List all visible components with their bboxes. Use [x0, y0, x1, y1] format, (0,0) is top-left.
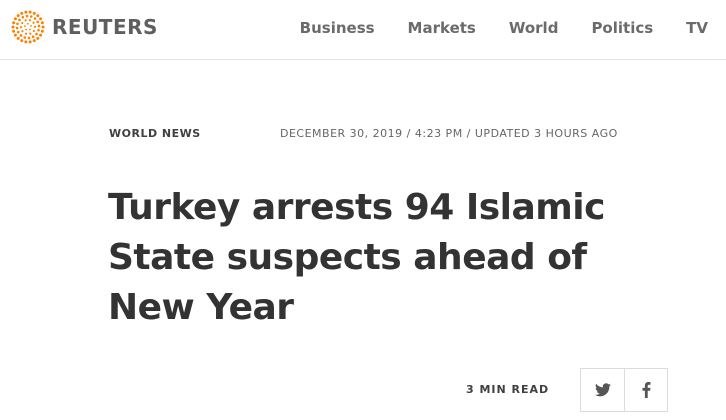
- share-buttons: [580, 368, 668, 412]
- logo-dot: [12, 21, 16, 25]
- logo-dot: [29, 15, 33, 18]
- logo-dot: [23, 36, 27, 39]
- reuters-dot-circle-icon: [11, 10, 45, 44]
- logo-dot: [28, 10, 32, 14]
- facebook-share-button[interactable]: [624, 369, 667, 411]
- logo-dot: [26, 22, 29, 25]
- logo-dot: [13, 17, 17, 21]
- logo-dot: [35, 32, 38, 36]
- logo-dot: [18, 18, 21, 22]
- facebook-icon: [642, 382, 650, 398]
- main-nav: Business Markets World Politics TV: [267, 19, 726, 37]
- logo-dot: [24, 10, 28, 14]
- logo-dot: [13, 33, 17, 37]
- logo-dot: [21, 30, 24, 33]
- logo-dot: [24, 19, 27, 22]
- logo-dot: [20, 11, 24, 15]
- logo-dot: [41, 25, 45, 29]
- logo-dot: [32, 11, 36, 15]
- logo-dot: [30, 24, 32, 27]
- twitter-icon: [594, 383, 611, 397]
- logo-dot: [16, 30, 20, 34]
- logo-dot: [28, 40, 32, 44]
- logo-dot: [37, 28, 40, 32]
- logo-dot: [36, 20, 40, 24]
- logo-dot: [16, 14, 20, 18]
- logo-dot: [40, 29, 44, 33]
- logo-dot: [16, 36, 20, 40]
- logo-dot: [31, 35, 35, 39]
- logo-dot: [19, 26, 23, 29]
- article-meta: WORLD NEWS DECEMBER 30, 2019 / 4:23 PM /…: [109, 127, 649, 143]
- logo-dot: [11, 25, 15, 29]
- logo-dot: [25, 28, 28, 31]
- reuters-logo[interactable]: REUTERS: [10, 9, 158, 45]
- logo-dot: [32, 39, 36, 43]
- nav-politics[interactable]: Politics: [591, 19, 653, 37]
- nav-business[interactable]: Business: [300, 19, 375, 37]
- logo-dot: [33, 17, 37, 20]
- logo-dot: [20, 39, 24, 43]
- logo-dot: [12, 29, 16, 33]
- logo-dot: [19, 34, 23, 37]
- logo-dot: [24, 40, 28, 44]
- twitter-share-button[interactable]: [581, 369, 624, 411]
- article-headline: Turkey arrests 94 Islamic State suspects…: [108, 187, 605, 328]
- logo-dot: [16, 22, 19, 26]
- read-time: 3 MIN READ: [466, 383, 550, 396]
- nav-world[interactable]: World: [509, 19, 559, 37]
- logo-dot: [28, 19, 32, 22]
- logo-dot: [24, 25, 26, 28]
- logo-dot: [24, 32, 28, 35]
- logo-dot: [32, 21, 35, 24]
- site-header: REUTERS Business Markets World Politics …: [0, 0, 726, 60]
- article-date: DECEMBER 30, 2019 / 4:23 PM / UPDATED 3 …: [280, 127, 618, 140]
- logo-dot: [33, 25, 37, 28]
- logo-dot: [37, 24, 41, 28]
- logo-dot: [32, 29, 35, 33]
- logo-dot: [27, 36, 31, 40]
- nav-tv[interactable]: TV: [686, 19, 708, 37]
- logo-dot: [21, 15, 25, 19]
- logo-dot: [29, 28, 31, 31]
- logo-dot: [39, 17, 43, 21]
- logo-dot: [21, 21, 24, 25]
- section-label[interactable]: WORLD NEWS: [109, 127, 201, 140]
- logo-dot: [25, 14, 29, 18]
- logo-dot: [15, 26, 19, 30]
- logo-dot: [36, 14, 40, 18]
- logo-text: REUTERS: [52, 15, 158, 39]
- nav-markets[interactable]: Markets: [408, 19, 476, 37]
- logo-dot: [39, 33, 43, 37]
- logo-dot: [29, 32, 32, 35]
- logo-dot: [36, 36, 40, 40]
- logo-dot: [40, 21, 44, 25]
